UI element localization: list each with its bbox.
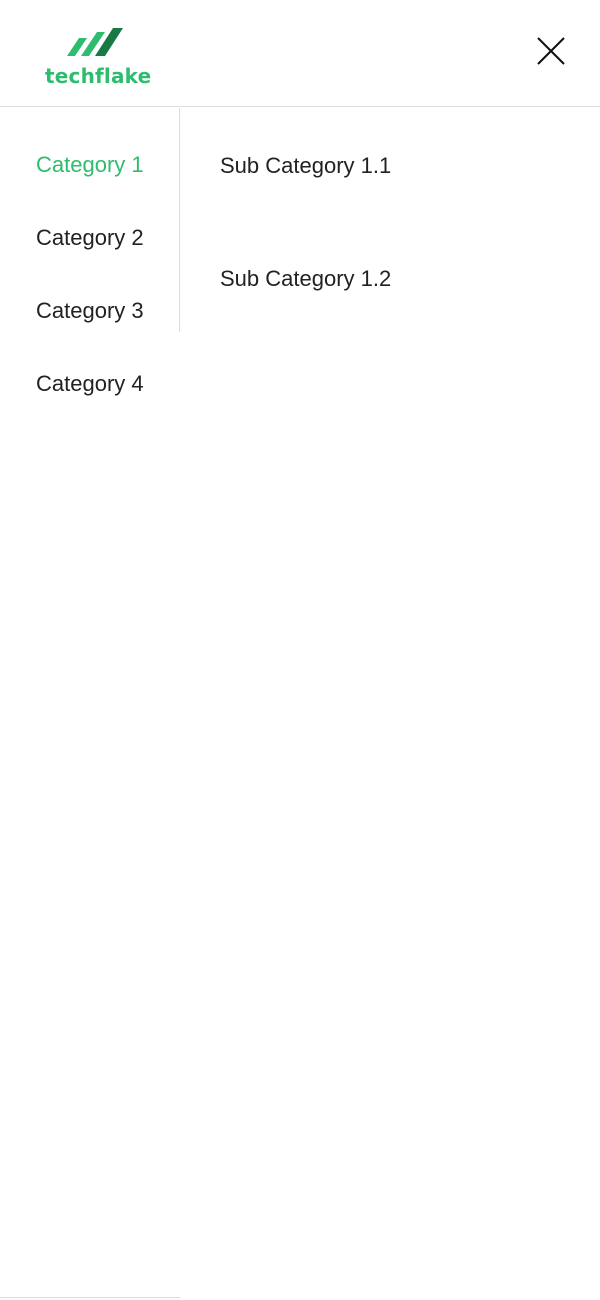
category-item-1[interactable]: Category 1 xyxy=(36,151,144,179)
bottom-divider xyxy=(0,1297,180,1298)
close-icon xyxy=(537,37,565,65)
subcategory-item-1-2[interactable]: Sub Category 1.2 xyxy=(220,261,420,296)
brand-logo[interactable]: techflake xyxy=(45,26,155,90)
category-list: Category 1 Category 2 Category 3 xyxy=(0,108,180,332)
header: techflake xyxy=(0,0,600,107)
subcategory-item-1-1[interactable]: Sub Category 1.1 xyxy=(220,148,420,183)
techflake-logo-icon xyxy=(67,28,123,56)
close-button[interactable] xyxy=(533,33,569,69)
category-item-2[interactable]: Category 2 xyxy=(36,224,144,252)
category-item-3[interactable]: Category 3 xyxy=(36,297,144,325)
brand-name: techflake xyxy=(45,64,152,88)
category-item-4[interactable]: Category 4 xyxy=(36,370,144,398)
